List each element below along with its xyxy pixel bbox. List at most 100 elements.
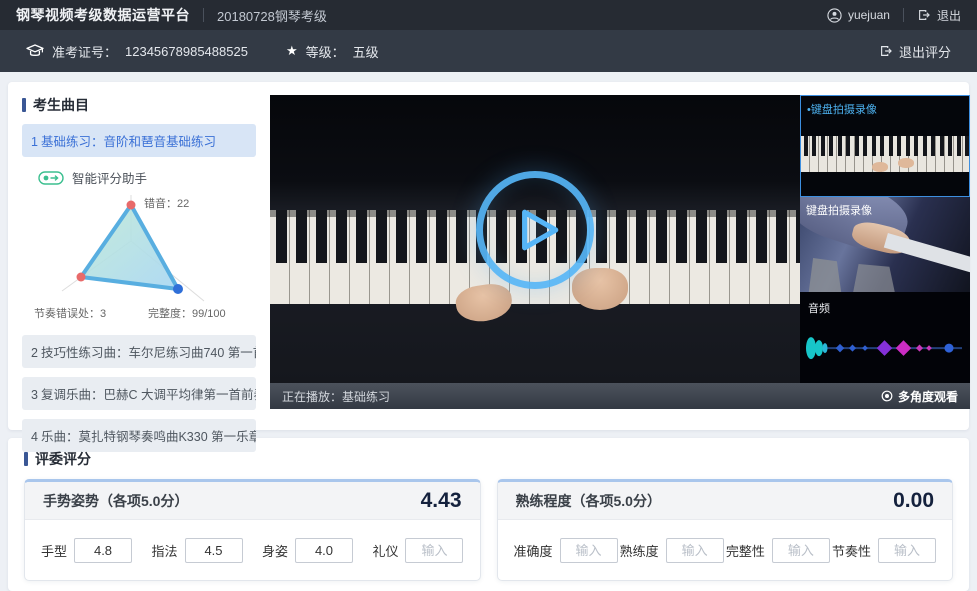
keyboard-cam-2[interactable]: 键盘拍摄录像 [800, 197, 970, 292]
accuracy-input[interactable] [560, 538, 618, 563]
radar-chart: 错音：22 节奏错误处：3 完整度：99/100 [22, 189, 256, 326]
level-label: 等级： [306, 42, 345, 61]
field-label: 节奏性 [832, 541, 871, 560]
song-title: 复调乐曲：巴赫C 大调平均律第一首前奏曲 [41, 388, 256, 402]
field-rhythm: 节奏性 [832, 538, 936, 563]
star-icon: ★ [286, 43, 298, 59]
field-accuracy: 准确度 [514, 538, 618, 563]
play-icon [525, 213, 556, 249]
song-number: 3 [31, 388, 38, 402]
admission-number: 准考证号： 12345678985488525 [26, 42, 248, 61]
keyboard-cam-1[interactable]: •键盘拍摄录像 [800, 95, 970, 197]
radar-label-rhythm: 节奏错误处：3 [34, 306, 106, 320]
field-label: 准确度 [514, 541, 553, 560]
score-card-gesture: 手势姿势（各项5.0分） 4.43 手型 指法 身姿 [24, 479, 481, 581]
song-title: 乐曲：莫扎特钢琴奏鸣曲K330 第一乐章 [41, 430, 256, 444]
field-label: 礼仪 [372, 541, 398, 560]
mini-hand [898, 158, 914, 168]
assistant-toggle-icon [38, 171, 64, 185]
judge-scoring-section: 评委评分 手势姿势（各项5.0分） 4.43 手型 指法 [8, 438, 969, 591]
field-proficiency: 熟练度 [620, 538, 724, 563]
logout-icon [917, 8, 931, 22]
multi-angle-icon [881, 390, 893, 402]
radar-point-completeness [173, 284, 183, 294]
radar-label-completeness: 完整度：99/100 [148, 306, 226, 320]
cam1-label: •键盘拍摄录像 [807, 101, 877, 117]
score-card-total: 4.43 [421, 489, 462, 513]
field-completeness: 完整性 [726, 538, 830, 563]
exam-info-bar: 准考证号： 12345678985488525 ★ 等级： 五级 退出评分 [0, 30, 977, 72]
etiquette-input[interactable] [405, 538, 463, 563]
background-shape [852, 264, 896, 292]
audio-waveform [804, 330, 966, 366]
field-posture: 身姿 [262, 538, 353, 563]
graduation-cap-icon [26, 43, 44, 59]
posture-input[interactable] [295, 538, 353, 563]
user-avatar-icon [827, 8, 842, 23]
smart-scoring-assistant[interactable]: 智能评分助手 [38, 168, 256, 187]
field-fingering: 指法 [151, 538, 242, 563]
score-card-title: 熟练程度（各项5.0分） [516, 491, 661, 511]
rhythm-input[interactable] [878, 538, 936, 563]
main-video[interactable] [270, 95, 800, 383]
field-label: 手型 [41, 541, 67, 560]
section-bar [24, 452, 28, 466]
admission-value: 12345678985488525 [125, 44, 248, 59]
logout-icon [879, 44, 893, 58]
logout-button[interactable]: 退出 [917, 7, 961, 24]
song-number: 2 [31, 346, 38, 360]
field-label: 熟练度 [620, 541, 659, 560]
right-hand [572, 268, 628, 310]
play-button[interactable] [476, 171, 594, 289]
radar-label-errors: 错音：22 [144, 196, 189, 210]
admission-label: 准考证号： [52, 42, 117, 61]
song-item-1[interactable]: 1基础练习：音阶和琶音基础练习 [22, 124, 256, 157]
song-item-4[interactable]: 4乐曲：莫扎特钢琴奏鸣曲K330 第一乐章 [22, 419, 256, 452]
field-label: 身姿 [262, 541, 288, 560]
multi-angle-button[interactable]: 多角度观看 [881, 388, 958, 405]
mini-hand [872, 162, 888, 172]
hand-shape-input[interactable] [74, 538, 132, 563]
playlist-panel: 考生曲目 1基础练习：音阶和琶音基础练习 智能评分助手 [16, 95, 256, 415]
field-label: 完整性 [726, 541, 765, 560]
now-playing-label: 正在播放：基础练习 [282, 388, 390, 405]
song-item-3[interactable]: 3复调乐曲：巴赫C 大调平均律第一首前奏曲 [22, 377, 256, 410]
proficiency-input[interactable] [666, 538, 724, 563]
camera-angle-panel: •键盘拍摄录像 键盘拍摄录像 音频 [800, 95, 970, 383]
score-card-proficiency: 熟练程度（各项5.0分） 0.00 准确度 熟练度 完整性 [497, 479, 954, 581]
playlist-title: 考生曲目 [33, 95, 89, 115]
completeness-input[interactable] [772, 538, 830, 563]
fingering-input[interactable] [185, 538, 243, 563]
score-card-title: 手势姿势（各项5.0分） [43, 491, 188, 511]
song-item-2[interactable]: 2技巧性练习曲：车尔尼练习曲740 第一首 [22, 335, 256, 368]
radar-polygon [81, 205, 178, 289]
level-value: 五级 [353, 42, 379, 61]
radar-point-errors [127, 201, 136, 210]
song-number: 1 [31, 135, 38, 149]
song-title: 基础练习：音阶和琶音基础练习 [41, 135, 216, 149]
video-player: •键盘拍摄录像 键盘拍摄录像 音频 [270, 95, 970, 415]
radar-point-rhythm [77, 273, 86, 282]
assistant-label: 智能评分助手 [72, 168, 147, 187]
multi-angle-label: 多角度观看 [898, 388, 958, 405]
background-shape [808, 258, 842, 292]
divider [903, 8, 904, 22]
exit-scoring-label: 退出评分 [899, 42, 951, 61]
scoring-title: 评委评分 [35, 449, 91, 469]
cam2-label: 键盘拍摄录像 [806, 202, 872, 218]
section-bar [22, 98, 26, 112]
audio-track-panel[interactable]: 音频 [800, 292, 970, 383]
playlist-header: 考生曲目 [22, 95, 256, 115]
field-etiquette: 礼仪 [372, 538, 463, 563]
user-menu[interactable]: yuejuan [827, 8, 890, 23]
field-hand-shape: 手型 [41, 538, 132, 563]
app-title: 钢琴视频考级数据运营平台 [16, 5, 190, 25]
main-content: 考生曲目 1基础练习：音阶和琶音基础练习 智能评分助手 [0, 72, 977, 591]
exit-scoring-button[interactable]: 退出评分 [879, 42, 951, 61]
exam-level: ★ 等级： 五级 [286, 42, 379, 61]
cam1-label-text: 键盘拍摄录像 [811, 104, 877, 116]
field-label: 指法 [151, 541, 177, 560]
logout-label: 退出 [937, 7, 961, 24]
top-navbar: 钢琴视频考级数据运营平台 20180728钢琴考级 yuejuan [0, 0, 977, 30]
song-number: 4 [31, 430, 38, 444]
